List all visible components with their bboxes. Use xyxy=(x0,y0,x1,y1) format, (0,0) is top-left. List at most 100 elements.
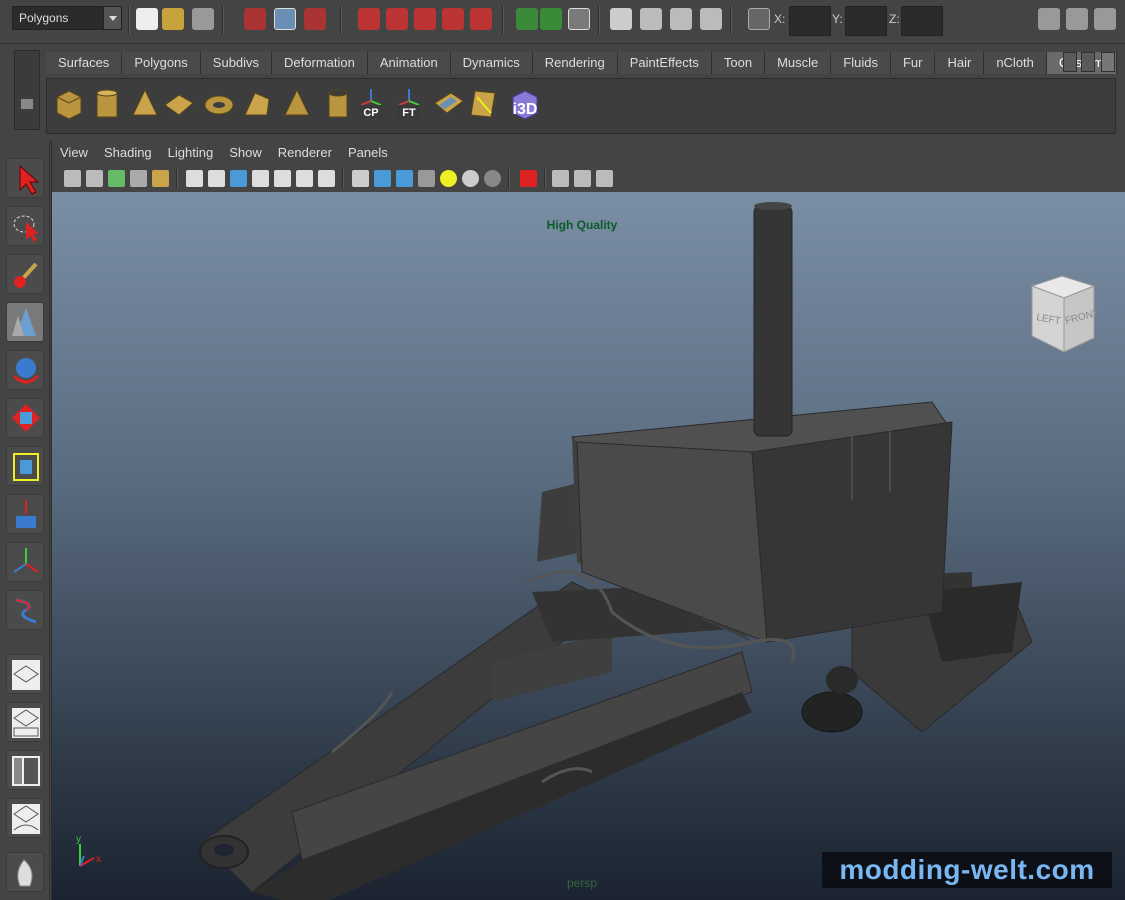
shelf-handle[interactable] xyxy=(14,50,40,130)
poly-cone-icon[interactable] xyxy=(129,87,161,121)
grid-icon[interactable] xyxy=(186,170,203,187)
uv-layout-icon[interactable] xyxy=(469,87,501,121)
snap-to-plane-icon[interactable] xyxy=(442,8,464,30)
freeze-transform-button[interactable]: FT xyxy=(393,87,425,121)
shelf-tab-surfaces[interactable]: Surfaces xyxy=(46,52,123,74)
lasso-tool-button[interactable] xyxy=(6,206,44,246)
shelf-tab-deformation[interactable]: Deformation xyxy=(272,52,368,74)
ipr-render-icon[interactable] xyxy=(670,8,692,30)
last-tool-used-button[interactable] xyxy=(6,302,44,342)
shelf-tab-subdivs[interactable]: Subdivs xyxy=(200,52,273,74)
universal-manipulator-button[interactable] xyxy=(6,494,44,534)
poly-cube-icon[interactable] xyxy=(53,87,85,121)
safe-title-icon[interactable] xyxy=(318,170,335,187)
camera-attributes-icon[interactable] xyxy=(86,170,103,187)
menu-mode-select[interactable]: Polygons xyxy=(12,6,122,30)
wireframe-on-shaded-icon[interactable] xyxy=(396,170,413,187)
select-camera-icon[interactable] xyxy=(64,170,81,187)
shelf-tab-dynamics[interactable]: Dynamics xyxy=(450,52,533,74)
poly-pyramid-icon[interactable] xyxy=(281,87,313,121)
save-scene-icon[interactable] xyxy=(192,8,214,30)
snap-to-point-icon[interactable] xyxy=(414,8,436,30)
shelf-tab-rendering[interactable]: Rendering xyxy=(532,52,618,74)
select-by-object-type-icon[interactable] xyxy=(274,8,296,30)
shelf-tab-animation[interactable]: Animation xyxy=(367,52,451,74)
shelf-tab-toon[interactable]: Toon xyxy=(711,52,766,74)
make-live-icon[interactable] xyxy=(470,8,492,30)
safe-action-icon[interactable] xyxy=(296,170,313,187)
select-by-component-icon[interactable] xyxy=(304,8,326,30)
select-tool-button[interactable] xyxy=(6,158,44,198)
poly-prism-icon[interactable] xyxy=(241,87,273,121)
image-plane-icon[interactable] xyxy=(130,170,147,187)
menu-lighting[interactable]: Lighting xyxy=(168,140,214,166)
hypershade-layout-button[interactable] xyxy=(6,852,44,892)
i3d-export-button[interactable]: i3D xyxy=(507,87,543,121)
shelf-tab-fluids[interactable]: Fluids xyxy=(831,52,891,74)
shelf-tab-fur[interactable]: Fur xyxy=(890,52,936,74)
tab-scroll-right-icon[interactable] xyxy=(1081,52,1095,72)
poly-torus-icon[interactable] xyxy=(203,87,235,121)
film-gate-icon[interactable] xyxy=(208,170,225,187)
input-operations-icon[interactable] xyxy=(516,8,538,30)
y-field[interactable] xyxy=(845,6,887,36)
high-quality-icon[interactable] xyxy=(484,170,501,187)
output-operations-icon[interactable] xyxy=(540,8,562,30)
render-settings-icon[interactable] xyxy=(700,8,722,30)
snap-to-curve-icon[interactable] xyxy=(386,8,408,30)
menu-panels[interactable]: Panels xyxy=(348,140,388,166)
shadows-icon[interactable] xyxy=(462,170,479,187)
input-box-icon[interactable] xyxy=(748,8,770,30)
isolate-select-icon[interactable] xyxy=(520,170,537,187)
shelf-tab-muscle[interactable]: Muscle xyxy=(765,52,832,74)
outliner-layout-button[interactable] xyxy=(6,750,44,790)
shelf-tab-polygons[interactable]: Polygons xyxy=(122,52,201,74)
grease-pencil-icon[interactable] xyxy=(152,170,169,187)
field-chart-icon[interactable] xyxy=(274,170,291,187)
construction-history-icon[interactable] xyxy=(568,8,590,30)
render-view-icon[interactable] xyxy=(610,8,632,30)
xray-joints-icon[interactable] xyxy=(574,170,591,187)
poly-pipe-icon[interactable] xyxy=(321,87,353,121)
tool-settings-icon[interactable] xyxy=(1066,8,1088,30)
textured-icon[interactable] xyxy=(418,170,435,187)
channel-box-icon[interactable] xyxy=(1094,8,1116,30)
four-view-layout-button[interactable] xyxy=(6,702,44,742)
new-scene-icon[interactable] xyxy=(136,8,158,30)
center-pivot-button[interactable]: CP xyxy=(355,87,387,121)
viewcube[interactable]: LEFT FRONT xyxy=(1022,272,1102,362)
xray-icon[interactable] xyxy=(552,170,569,187)
menu-view[interactable]: View xyxy=(60,140,88,166)
trash-icon[interactable] xyxy=(1101,52,1115,72)
wireframe-icon[interactable] xyxy=(352,170,369,187)
paint-select-tool-button[interactable] xyxy=(6,254,44,294)
move-tool-button[interactable] xyxy=(6,350,44,390)
z-field[interactable] xyxy=(901,6,943,36)
uv-editor-icon[interactable] xyxy=(433,87,465,121)
lights-icon[interactable] xyxy=(440,170,457,187)
perspective-viewport[interactable]: High Quality LEFT FRONT y x persp moddin… xyxy=(52,192,1125,900)
single-perspective-layout-button[interactable] xyxy=(6,654,44,694)
smooth-shade-icon[interactable] xyxy=(374,170,391,187)
poly-plane-icon[interactable] xyxy=(163,87,195,121)
menu-shading[interactable]: Shading xyxy=(104,140,152,166)
scale-tool-button[interactable] xyxy=(6,446,44,486)
attribute-editor-icon[interactable] xyxy=(1038,8,1060,30)
shelf-tab-ncloth[interactable]: nCloth xyxy=(984,52,1047,74)
poly-cylinder-icon[interactable] xyxy=(91,87,123,121)
soft-modification-tool-button[interactable] xyxy=(6,542,44,582)
shelf-tab-hair[interactable]: Hair xyxy=(935,52,985,74)
bookmarks-icon[interactable] xyxy=(108,170,125,187)
share-icon[interactable] xyxy=(596,170,613,187)
resolution-gate-icon[interactable] xyxy=(230,170,247,187)
menu-renderer[interactable]: Renderer xyxy=(278,140,332,166)
menu-show[interactable]: Show xyxy=(229,140,262,166)
tab-scroll-left-icon[interactable] xyxy=(1063,52,1077,72)
shelf-tab-painteffects[interactable]: PaintEffects xyxy=(617,52,712,74)
open-scene-icon[interactable] xyxy=(162,8,184,30)
gate-mask-icon[interactable] xyxy=(252,170,269,187)
rotate-tool-button[interactable] xyxy=(6,398,44,438)
select-by-hierarchy-icon[interactable] xyxy=(244,8,266,30)
snap-to-grid-icon[interactable] xyxy=(358,8,380,30)
graph-editor-layout-button[interactable] xyxy=(6,798,44,838)
